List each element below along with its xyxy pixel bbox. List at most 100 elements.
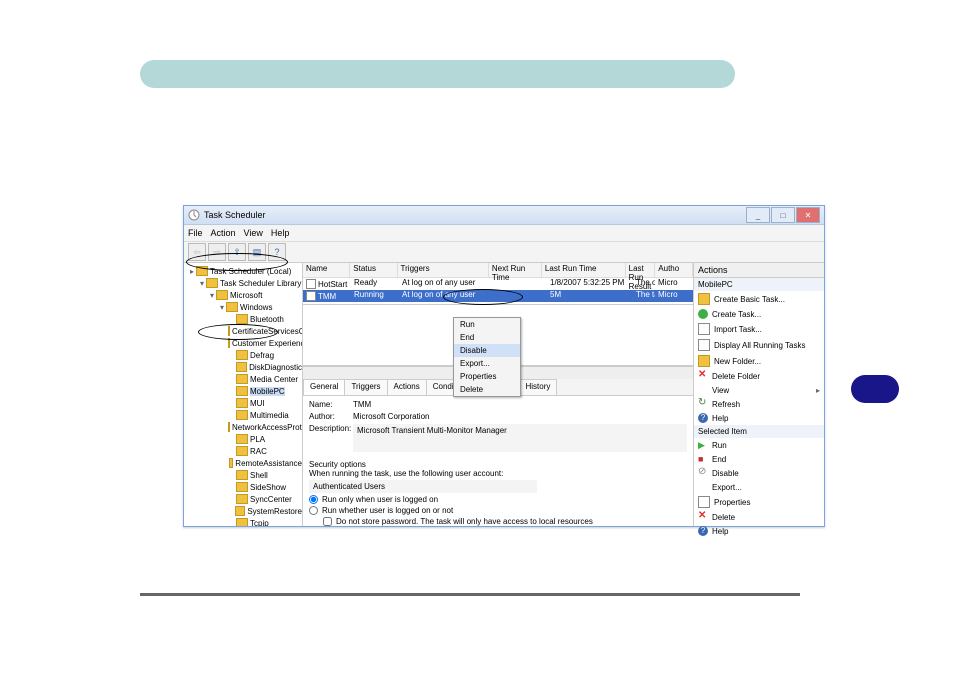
help-icon: ?	[698, 526, 708, 536]
tab-actions[interactable]: Actions	[387, 379, 427, 395]
column-name: Name	[303, 263, 350, 277]
folder-icon	[226, 302, 238, 312]
folder-icon	[236, 314, 248, 324]
nav-tree[interactable]: ▸Task Scheduler (Local) ▾Task Scheduler …	[184, 263, 303, 526]
menu-action[interactable]: Action	[211, 228, 236, 238]
folder-icon	[236, 386, 248, 396]
tab-history[interactable]: History	[518, 379, 557, 395]
minimize-button[interactable]: _	[746, 207, 770, 223]
back-button[interactable]: ⇦	[188, 243, 206, 261]
toolbar: ⇦ ⇨ ⇧ ▤ ?	[184, 242, 824, 263]
titlebar: Task Scheduler _ □ ✕	[184, 206, 824, 225]
action-export[interactable]: Export...	[694, 480, 824, 494]
tree-item[interactable]: Defrag	[184, 349, 302, 361]
column-author: Autho	[655, 263, 693, 277]
forward-button[interactable]: ⇨	[208, 243, 226, 261]
help-button[interactable]: ?	[268, 243, 286, 261]
up-button[interactable]: ⇧	[228, 243, 246, 261]
tree-item[interactable]: Bluetooth	[184, 313, 302, 325]
task-icon	[306, 279, 316, 289]
window-title: Task Scheduler	[204, 210, 266, 220]
detail-name-label: Name:	[309, 400, 353, 409]
ctx-end[interactable]: End	[454, 331, 520, 344]
tree-item[interactable]: RemoteAssistance	[184, 457, 302, 469]
ctx-properties[interactable]: Properties	[454, 370, 520, 383]
task-list-header[interactable]: Name Status Triggers Next Run Time Last …	[303, 263, 693, 278]
action-delete[interactable]: ✕Delete	[694, 510, 824, 524]
action-end[interactable]: ■End	[694, 452, 824, 466]
main-panel: Name Status Triggers Next Run Time Last …	[303, 263, 694, 526]
running-icon	[698, 339, 710, 351]
folder-icon	[236, 494, 248, 504]
ctx-delete[interactable]: Delete	[454, 383, 520, 396]
menu-view[interactable]: View	[244, 228, 263, 238]
action-delete-folder[interactable]: ✕Delete Folder	[694, 369, 824, 383]
menu-file[interactable]: File	[188, 228, 203, 238]
column-triggers: Triggers	[398, 263, 489, 277]
tree-item[interactable]: Shell	[184, 469, 302, 481]
action-view[interactable]: View▸	[694, 383, 824, 397]
create-icon	[698, 309, 708, 319]
tree-item[interactable]: Media Center	[184, 373, 302, 385]
folder-icon	[236, 518, 248, 526]
folder-icon	[206, 278, 218, 288]
tree-item[interactable]: CertificateServicesClient	[184, 325, 302, 337]
tree-item[interactable]: Customer Experience Improv	[184, 337, 302, 349]
opt-run-logged-on[interactable]: Run only when user is logged on	[309, 495, 687, 504]
menu-help[interactable]: Help	[271, 228, 290, 238]
show-tree-button[interactable]: ▤	[248, 243, 266, 261]
opt-no-password[interactable]: Do not store password. The task will onl…	[323, 517, 687, 526]
detail-author-label: Author:	[309, 412, 353, 421]
task-row[interactable]: HotStart Ready At log on of any user 1/8…	[303, 278, 693, 290]
tree-item[interactable]: SystemRestore	[184, 505, 302, 517]
tree-item[interactable]: DiskDiagnostic	[184, 361, 302, 373]
action-help-selected[interactable]: ?Help	[694, 524, 824, 538]
column-last-run: Last Run Time	[542, 263, 626, 277]
tree-item[interactable]: MUI	[184, 397, 302, 409]
tree-item[interactable]: Tcpip	[184, 517, 302, 526]
action-display-running[interactable]: Display All Running Tasks	[694, 337, 824, 353]
security-options-header: Security options	[309, 460, 687, 469]
ctx-disable[interactable]: Disable	[454, 344, 520, 357]
tree-item[interactable]: SyncCenter	[184, 493, 302, 505]
tree-item[interactable]: NetworkAccessProtection	[184, 421, 302, 433]
action-help[interactable]: ?Help	[694, 411, 824, 425]
close-button[interactable]: ✕	[796, 207, 820, 223]
help-icon: ?	[698, 413, 708, 423]
tree-item[interactable]: MobilePC	[184, 385, 302, 397]
context-menu[interactable]: Run End Disable Export... Properties Del…	[453, 317, 521, 397]
properties-icon	[698, 496, 710, 508]
tab-triggers[interactable]: Triggers	[344, 379, 387, 395]
tab-general[interactable]: General	[303, 379, 345, 395]
maximize-button[interactable]: □	[771, 207, 795, 223]
tree-item[interactable]: Multimedia	[184, 409, 302, 421]
folder-icon	[228, 326, 230, 336]
action-run[interactable]: ▶Run	[694, 438, 824, 452]
action-properties[interactable]: Properties	[694, 494, 824, 510]
action-disable[interactable]: ⊘Disable	[694, 466, 824, 480]
action-import-task[interactable]: Import Task...	[694, 321, 824, 337]
ctx-export[interactable]: Export...	[454, 357, 520, 370]
opt-run-whether[interactable]: Run whether user is logged on or not	[309, 506, 687, 515]
menubar: File Action View Help	[184, 225, 824, 242]
ctx-run[interactable]: Run	[454, 318, 520, 331]
action-create-task[interactable]: Create Task...	[694, 307, 824, 321]
details-panel: Name:TMM Author:Microsoft Corporation De…	[303, 396, 693, 526]
task-icon	[698, 293, 710, 305]
action-refresh[interactable]: ↻Refresh	[694, 397, 824, 411]
folder-icon	[236, 398, 248, 408]
tree-item[interactable]: RAC	[184, 445, 302, 457]
action-new-folder[interactable]: New Folder...	[694, 353, 824, 369]
task-icon	[306, 291, 316, 301]
task-list[interactable]: HotStart Ready At log on of any user 1/8…	[303, 278, 693, 305]
folder-icon	[216, 290, 228, 300]
submenu-arrow-icon: ▸	[816, 386, 820, 395]
tree-item[interactable]: PLA	[184, 433, 302, 445]
tree-item[interactable]: SideShow	[184, 481, 302, 493]
folder-icon	[236, 362, 248, 372]
action-create-basic-task[interactable]: Create Basic Task...	[694, 291, 824, 307]
task-row[interactable]: TMM Running At log on of any user 5M The…	[303, 290, 693, 302]
column-status: Status	[350, 263, 397, 277]
detail-desc-value: Microsoft Transient Multi-Monitor Manage…	[353, 424, 687, 452]
delete-icon: ✕	[698, 512, 708, 522]
